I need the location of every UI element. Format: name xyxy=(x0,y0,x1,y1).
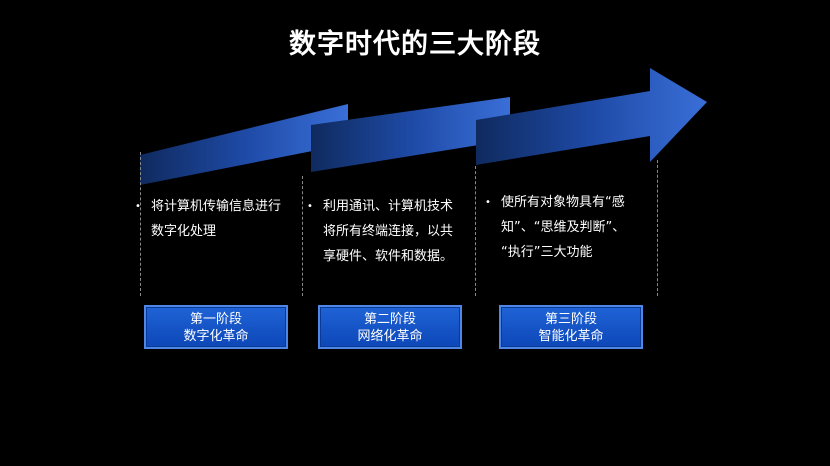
stage-2-box: 第二阶段 网络化革命 xyxy=(318,305,462,349)
stage-1-description: • 将计算机传输信息进行 数字化处理 xyxy=(135,194,281,244)
desc-line: 利用通讯、计算机技术 xyxy=(323,199,454,214)
desc-line: 将所有终端连接，以共 xyxy=(323,224,454,239)
divider-left-2 xyxy=(302,176,303,296)
desc-line: 享硬件、软件和数据。 xyxy=(323,249,454,264)
stage-1-name: 第一阶段 xyxy=(189,312,242,327)
desc-line: 使所有对象物具有“感 xyxy=(501,195,625,210)
desc-line: “执行”三大功能 xyxy=(501,245,593,260)
stage-2-name: 第二阶段 xyxy=(363,312,416,327)
stage-3-subtitle: 智能化革命 xyxy=(538,329,604,344)
stage-2-description: • 利用通讯、计算机技术 将所有终端连接，以共 享硬件、软件和数据。 xyxy=(307,194,453,269)
stage-3-description: • 使所有对象物具有“感 知”、“思维及判断”、 “执行”三大功能 xyxy=(485,190,625,265)
divider-left-3 xyxy=(475,166,476,296)
stage-1-box: 第一阶段 数字化革命 xyxy=(144,305,288,349)
stage-3-name: 第三阶段 xyxy=(544,312,597,327)
stage-1-subtitle: 数字化革命 xyxy=(183,329,249,344)
stage-2-subtitle: 网络化革命 xyxy=(357,329,423,344)
desc-line: 知”、“思维及判断”、 xyxy=(501,220,626,235)
desc-line: 数字化处理 xyxy=(151,224,217,239)
divider-right xyxy=(657,160,658,296)
arrow-segment-3 xyxy=(476,68,707,165)
stage-3-box: 第三阶段 智能化革命 xyxy=(499,305,643,349)
desc-line: 将计算机传输信息进行 xyxy=(151,199,282,214)
